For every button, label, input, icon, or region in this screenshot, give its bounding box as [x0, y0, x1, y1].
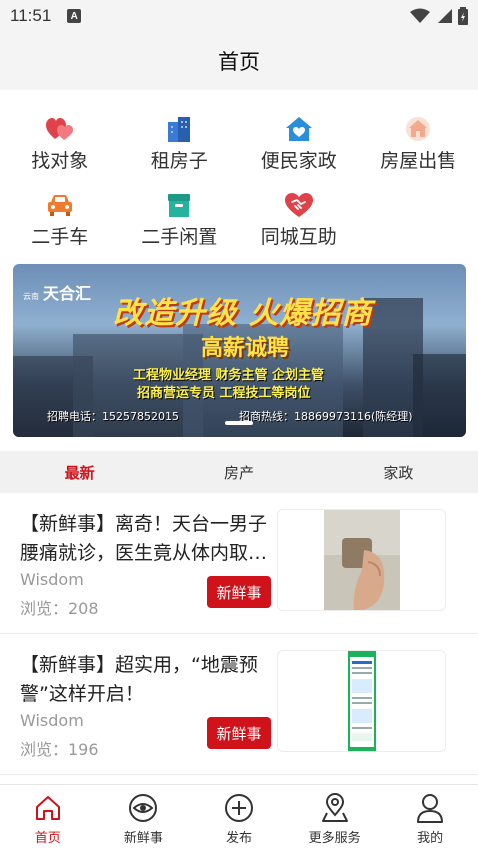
status-time: 11:51	[10, 6, 52, 25]
nav-news[interactable]: 新鲜事	[96, 785, 192, 850]
nav-label: 发布	[225, 831, 252, 846]
page-title: 首页	[218, 50, 260, 74]
feed-author: Wisdom	[20, 711, 84, 730]
banner-logo-text: 天合汇	[43, 284, 92, 303]
grid-item-rent-house[interactable]: 租房子	[120, 110, 240, 186]
grid-label: 便民家政	[260, 150, 337, 172]
user-icon	[415, 793, 445, 823]
grid-label: 租房子	[150, 150, 208, 172]
grid-label: 二手车	[31, 226, 89, 248]
grid-label: 房屋出售	[380, 150, 457, 172]
banner-logo: 云南 天合汇	[23, 280, 91, 304]
grid-item-mutual-help[interactable]: 同城互助	[239, 186, 359, 262]
service-grid: 找对象 租房子 便民家政 房屋出售 二手车 二手闲置 同城互助	[0, 110, 478, 262]
nav-label: 我的	[417, 831, 444, 846]
nav-mine[interactable]: 我的	[382, 785, 478, 850]
feed-tag[interactable]: 新鲜事	[207, 717, 271, 749]
eye-icon	[128, 793, 158, 823]
box-icon	[165, 192, 193, 218]
wifi-icon	[410, 8, 430, 23]
tab-real-estate[interactable]: 房产	[159, 451, 318, 493]
news-feed: 【新鲜事】离奇！天台一男子腰痛就诊，医生竟从体内取出… Wisdom 浏览：20…	[0, 493, 478, 775]
list-item[interactable]: 【新鲜事】超实用，“地震预警”这样开启！ Wisdom 浏览：196 新鲜事	[0, 634, 478, 775]
tab-latest[interactable]: 最新	[0, 451, 159, 493]
grid-item-used-car[interactable]: 二手车	[0, 186, 120, 262]
banner-text-line: 工程物业经理 财务主管 企划主管	[133, 368, 325, 383]
carousel-indicator[interactable]	[225, 421, 253, 425]
feed-thumbnail[interactable]	[277, 509, 446, 611]
title-bar: 首页	[0, 32, 478, 90]
grid-label: 找对象	[31, 150, 89, 172]
banner-building	[413, 354, 466, 437]
grid-item-find-partner[interactable]: 找对象	[0, 110, 120, 186]
feed-author: Wisdom	[20, 570, 84, 589]
car-icon	[46, 192, 74, 218]
status-icons	[410, 7, 468, 25]
nav-more-services[interactable]: 更多服务	[287, 785, 383, 850]
feed-title[interactable]: 【新鲜事】离奇！天台一男子腰痛就诊，医生竟从体内取出…	[20, 510, 275, 568]
banner-hotline: 招商热线：18869973116(陈经理)	[239, 410, 413, 423]
grid-row: 二手车 二手闲置 同城互助	[0, 186, 478, 262]
handshake-heart-icon	[284, 192, 313, 218]
heart-couple-icon	[45, 116, 74, 142]
nav-label: 新鲜事	[123, 831, 163, 846]
thumbnail-image	[347, 651, 376, 751]
banner-contact: 招聘电话：15257852015	[47, 410, 179, 423]
status-bar: 11:51 A	[0, 0, 478, 32]
banner-subheadline: 高薪诚聘	[201, 336, 290, 361]
grid-item-home-service[interactable]: 便民家政	[239, 110, 359, 186]
nav-home[interactable]: 首页	[0, 785, 96, 850]
category-tabs: 最新 房产 家政	[0, 451, 478, 493]
home-icon	[33, 793, 63, 823]
feed-thumbnail[interactable]	[277, 650, 446, 752]
list-item[interactable]: 【新鲜事】离奇！天台一男子腰痛就诊，医生竟从体内取出… Wisdom 浏览：20…	[0, 493, 478, 634]
banner-text-line: 招商营运专员 工程技工等岗位	[137, 386, 311, 401]
grid-item-second-hand[interactable]: 二手闲置	[120, 186, 240, 262]
battery-icon	[458, 7, 468, 25]
nav-label: 更多服务	[308, 831, 361, 846]
notification-icon: A	[67, 9, 82, 23]
building-icon	[165, 116, 193, 142]
nav-publish[interactable]: 发布	[191, 785, 287, 850]
house-heart-icon	[285, 116, 313, 142]
house-sale-icon	[404, 116, 432, 142]
plus-circle-icon	[224, 793, 254, 823]
promo-banner[interactable]: 云南 天合汇 改造升级 火爆招商 高薪诚聘 工程物业经理 财务主管 企划主管 招商…	[13, 264, 466, 437]
banner-headline: 改造升级 火爆招商	[113, 296, 373, 331]
feed-views: 浏览：208	[20, 599, 99, 618]
bottom-nav: 首页 新鲜事 发布 更多服务 我的	[0, 784, 478, 850]
location-pin-icon	[320, 793, 350, 823]
grid-item-house-sale[interactable]: 房屋出售	[359, 110, 478, 186]
tab-housekeeping[interactable]: 家政	[319, 451, 478, 493]
thumbnail-image	[323, 510, 400, 610]
grid-label: 二手闲置	[141, 226, 218, 248]
feed-views: 浏览：196	[20, 740, 99, 759]
feed-tag[interactable]: 新鲜事	[207, 576, 271, 608]
signal-icon	[438, 9, 452, 23]
grid-label: 同城互助	[260, 226, 337, 248]
feed-title[interactable]: 【新鲜事】超实用，“地震预警”这样开启！	[20, 651, 275, 709]
nav-label: 首页	[34, 831, 61, 846]
grid-row: 找对象 租房子 便民家政 房屋出售	[0, 110, 478, 186]
banner-logo-small: 云南	[23, 292, 39, 301]
